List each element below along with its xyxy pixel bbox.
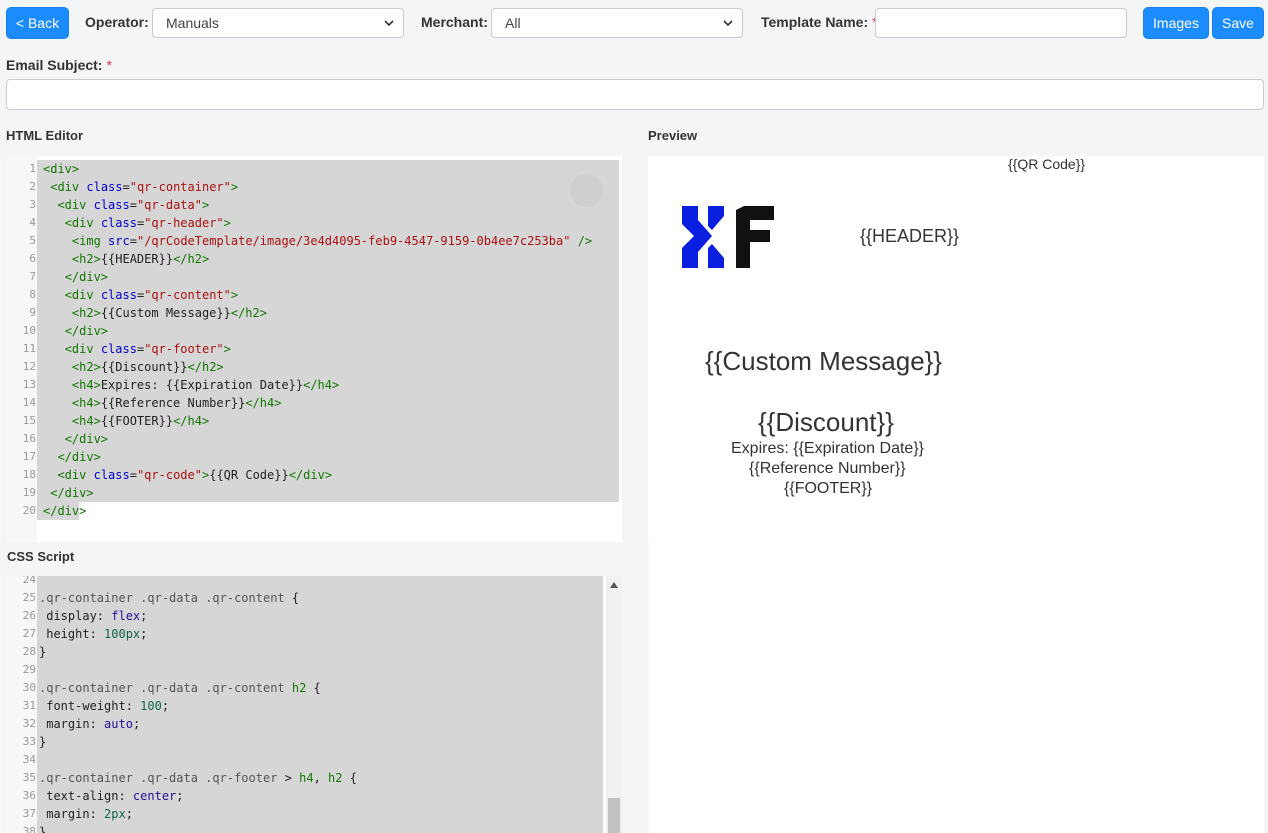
css-script-title: CSS Script bbox=[7, 549, 75, 564]
line-number: 27 bbox=[22, 627, 36, 640]
line-number: 14 bbox=[22, 396, 36, 409]
line-number: 37 bbox=[22, 807, 36, 820]
brand-logo-icon bbox=[682, 206, 774, 268]
preview-title: Preview bbox=[648, 128, 698, 143]
back-button[interactable]: < Back bbox=[6, 7, 69, 39]
line-number: 25 bbox=[22, 591, 36, 604]
line-number: 20 bbox=[22, 504, 36, 517]
merchant-value: All bbox=[505, 15, 521, 31]
scroll-up-icon[interactable] bbox=[610, 582, 618, 588]
email-subject-label-text: Email Subject: bbox=[6, 57, 103, 73]
lower-blank-panel bbox=[649, 542, 1264, 833]
line-number: 6 bbox=[29, 252, 36, 265]
line-number: 8 bbox=[29, 288, 36, 301]
line-number: 36 bbox=[22, 789, 36, 802]
line-number: 10 bbox=[22, 324, 36, 337]
html-editor-title: HTML Editor bbox=[6, 128, 84, 143]
images-button[interactable]: Images bbox=[1143, 7, 1209, 39]
line-number: 16 bbox=[22, 432, 36, 445]
email-subject-label: Email Subject: * bbox=[6, 57, 112, 73]
operator-value: Manuals bbox=[166, 15, 219, 31]
line-number: 18 bbox=[22, 468, 36, 481]
line-number: 7 bbox=[29, 270, 36, 283]
template-name-label-text: Template Name: bbox=[761, 14, 869, 30]
line-number: 12 bbox=[22, 360, 36, 373]
html-editor[interactable]: 1 <div> 2 <div class="qr-container"> 3 <d… bbox=[6, 156, 622, 542]
template-name-input[interactable] bbox=[875, 8, 1127, 38]
save-button[interactable]: Save bbox=[1212, 7, 1264, 39]
css-editor-scrollbar[interactable] bbox=[606, 576, 622, 833]
merchant-label: Merchant: bbox=[421, 14, 488, 30]
email-subject-input[interactable] bbox=[6, 79, 1264, 110]
line-number: 11 bbox=[22, 342, 36, 355]
scrollbar-thumb[interactable] bbox=[608, 798, 620, 833]
operator-label: Operator: bbox=[85, 14, 149, 30]
line-number: 5 bbox=[29, 234, 36, 247]
line-number: 1 bbox=[29, 162, 36, 175]
line-number: 33 bbox=[22, 735, 36, 748]
more-options-icon[interactable] bbox=[570, 174, 603, 207]
merchant-select[interactable]: All bbox=[491, 8, 743, 38]
line-number: 29 bbox=[22, 663, 36, 676]
line-number: 24 bbox=[22, 576, 36, 586]
preview-header: {{HEADER}} bbox=[860, 226, 960, 246]
preview-qr-code: {{QR Code}} bbox=[1008, 156, 1086, 172]
line-number: 38 bbox=[22, 825, 36, 833]
preview-footer: {{FOOTER}} bbox=[784, 480, 873, 497]
line-number: 28 bbox=[22, 645, 36, 658]
line-number: 34 bbox=[22, 753, 36, 766]
preview-expires: Expires: {{Expiration Date}} bbox=[731, 440, 925, 457]
line-number: 4 bbox=[29, 216, 36, 229]
line-number: 9 bbox=[29, 306, 36, 319]
chevron-down-icon bbox=[723, 20, 733, 27]
line-number: 35 bbox=[22, 771, 36, 784]
line-number: 13 bbox=[22, 378, 36, 391]
preview-custom-message: {{Custom Message}} bbox=[705, 346, 943, 376]
template-name-label: Template Name:* bbox=[761, 14, 878, 30]
line-number: 32 bbox=[22, 717, 36, 730]
line-number: 2 bbox=[29, 180, 36, 193]
required-mark: * bbox=[106, 57, 112, 73]
line-number: 30 bbox=[22, 681, 36, 694]
line-number: 3 bbox=[29, 198, 36, 211]
preview-reference: {{Reference Number}} bbox=[749, 460, 906, 477]
chevron-down-icon bbox=[384, 20, 394, 27]
preview-discount: {{Discount}} bbox=[758, 407, 894, 437]
line-number: 31 bbox=[22, 699, 36, 712]
line-number: 15 bbox=[22, 414, 36, 427]
line-number: 17 bbox=[22, 450, 36, 463]
preview-pane: {{QR Code}} {{HEADER}} {{Custom Message}… bbox=[648, 156, 1264, 542]
operator-select[interactable]: Manuals bbox=[152, 8, 404, 38]
css-editor[interactable]: 24 25 .qr-container .qr-data .qr-content … bbox=[6, 576, 622, 833]
line-number: 19 bbox=[22, 486, 36, 499]
line-number: 26 bbox=[22, 609, 36, 622]
